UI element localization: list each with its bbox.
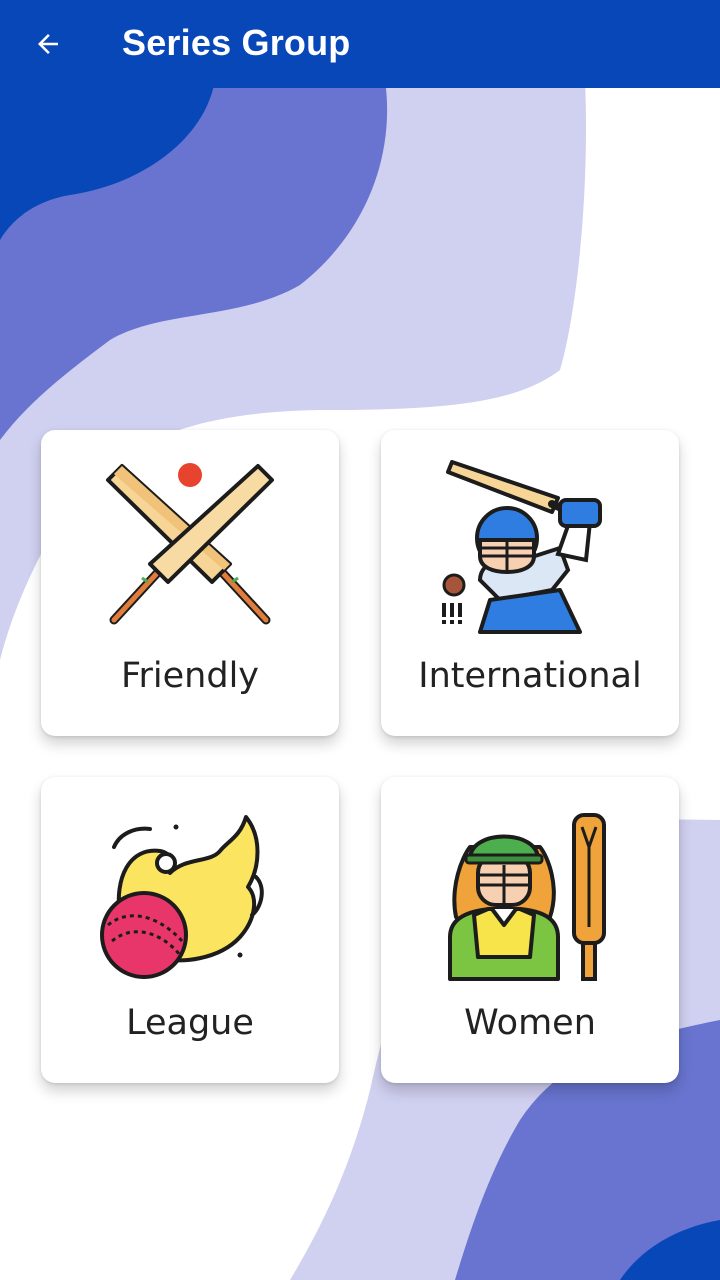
card-label: League bbox=[126, 1003, 254, 1043]
cricket-batsman-icon bbox=[442, 460, 602, 634]
crossed-cricket-bats-icon bbox=[106, 463, 274, 625]
card-friendly[interactable]: Friendly bbox=[41, 430, 339, 736]
card-label: Women bbox=[464, 1003, 596, 1043]
app-bar: Series Group bbox=[0, 0, 720, 88]
page-title: Series Group bbox=[122, 22, 351, 63]
back-button[interactable] bbox=[24, 20, 72, 68]
card-league[interactable]: League bbox=[41, 777, 339, 1083]
card-label: Friendly bbox=[120, 656, 260, 696]
female-cricketer-icon bbox=[448, 813, 606, 981]
flaming-cricket-ball-icon bbox=[100, 815, 264, 979]
card-women[interactable]: Women bbox=[381, 777, 679, 1083]
card-international[interactable]: International bbox=[381, 430, 679, 736]
arrow-left-icon bbox=[38, 34, 58, 54]
card-label: International bbox=[418, 656, 642, 696]
